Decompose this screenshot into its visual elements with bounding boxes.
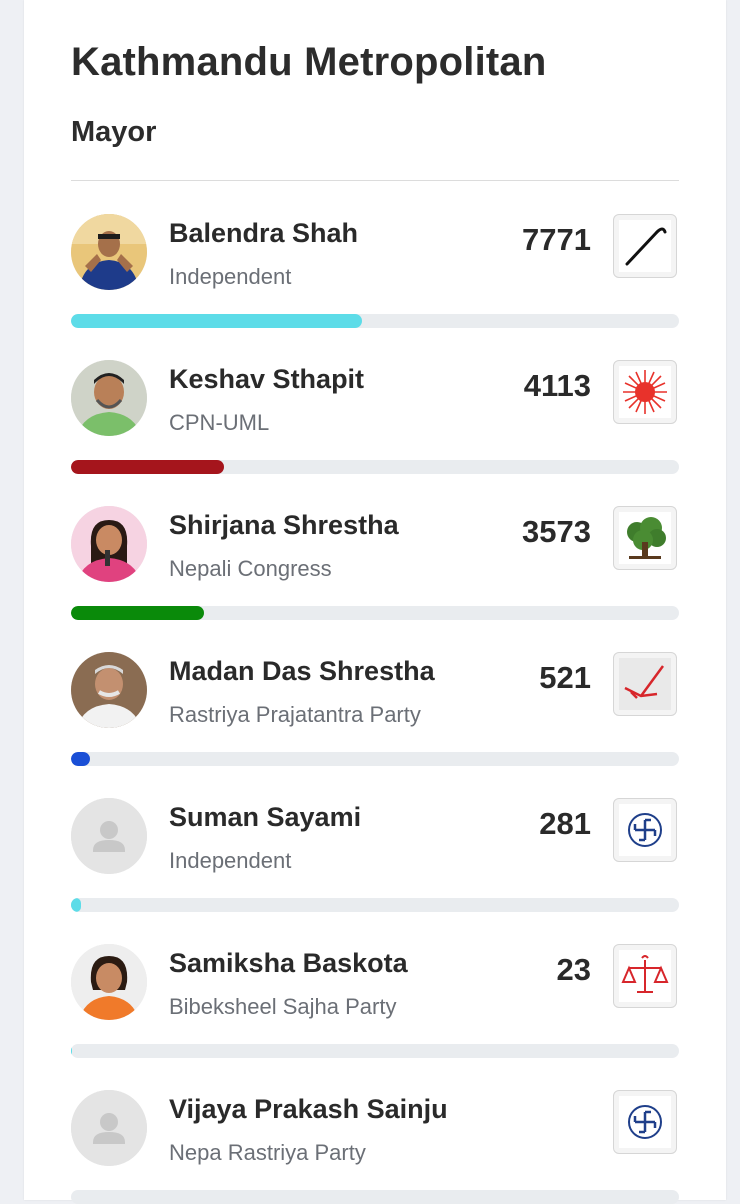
candidate-name: Madan Das Shrestha <box>169 656 435 686</box>
vote-progress-bar <box>71 752 679 766</box>
candidate-row[interactable]: Suman Sayami Independent 281 <box>71 766 679 912</box>
swastika-icon <box>613 798 677 862</box>
vote-progress-fill <box>71 752 91 766</box>
vote-progress-bar <box>71 460 679 474</box>
vote-progress-fill <box>71 1044 72 1058</box>
candidate-row[interactable]: Keshav Sthapit CPN-UML 4113 <box>71 328 679 474</box>
swastika-icon <box>613 1090 677 1154</box>
candidate-party: Independent <box>169 264 292 289</box>
candidate-name: Suman Sayami <box>169 802 362 832</box>
candidate-row[interactable]: Vijaya Prakash Sainju Nepa Rastriya Part… <box>71 1058 679 1204</box>
candidate-row[interactable]: Shirjana Shrestha Nepali Congress 3573 <box>71 474 679 620</box>
candidate-name: Balendra Shah <box>169 218 359 248</box>
vote-count: 521 <box>539 660 591 695</box>
tree-icon <box>613 506 677 570</box>
vote-progress-bar <box>71 1044 679 1058</box>
avatar-placeholder-icon <box>71 798 147 874</box>
sun-icon <box>613 360 677 424</box>
avatar-placeholder-icon <box>71 1090 147 1166</box>
candidate-row[interactable]: Balendra Shah Independent 7771 <box>71 182 679 328</box>
candidate-party: Rastriya Prajatantra Party <box>169 702 421 727</box>
vote-count: 3573 <box>522 514 591 549</box>
candidate-party: Bibeksheel Sajha Party <box>169 994 397 1019</box>
section-subtitle: Mayor <box>71 116 157 148</box>
candidate-name: Shirjana Shrestha <box>169 510 399 540</box>
divider <box>71 180 679 181</box>
avatar <box>71 944 147 1020</box>
candidate-party: Independent <box>169 848 292 873</box>
page-title: Kathmandu Metropolitan <box>71 40 547 84</box>
vote-count: 281 <box>539 806 591 841</box>
candidate-name: Keshav Sthapit <box>169 364 365 394</box>
vote-progress-bar <box>71 314 679 328</box>
candidate-party: Nepa Rastriya Party <box>169 1140 366 1165</box>
avatar <box>71 506 147 582</box>
vote-count: 4113 <box>523 368 591 403</box>
plough-icon <box>613 652 677 716</box>
vote-count: 7771 <box>522 222 591 257</box>
results-card: Kathmandu Metropolitan Mayor Balendra Sh… <box>24 0 726 1204</box>
candidate-row[interactable]: Samiksha Baskota Bibeksheel Sajha Party … <box>71 912 679 1058</box>
candidate-row[interactable]: Madan Das Shrestha Rastriya Prajatantra … <box>71 620 679 766</box>
candidate-name: Vijaya Prakash Sainju <box>169 1094 448 1124</box>
vote-progress-fill <box>71 898 82 912</box>
walking-stick-icon <box>613 214 677 278</box>
avatar <box>71 652 147 728</box>
vote-progress-fill <box>71 460 225 474</box>
vote-progress-bar <box>71 606 679 620</box>
vote-progress-bar <box>71 1190 679 1204</box>
vote-progress-fill <box>71 314 363 328</box>
candidate-party: Nepali Congress <box>169 556 332 581</box>
avatar <box>71 214 147 290</box>
vote-count: 23 <box>556 952 591 987</box>
avatar <box>71 360 147 436</box>
candidate-party: CPN-UML <box>169 410 270 435</box>
vote-progress-bar <box>71 898 679 912</box>
vote-progress-fill <box>71 606 205 620</box>
scales-icon <box>613 944 677 1008</box>
candidate-name: Samiksha Baskota <box>169 948 408 978</box>
